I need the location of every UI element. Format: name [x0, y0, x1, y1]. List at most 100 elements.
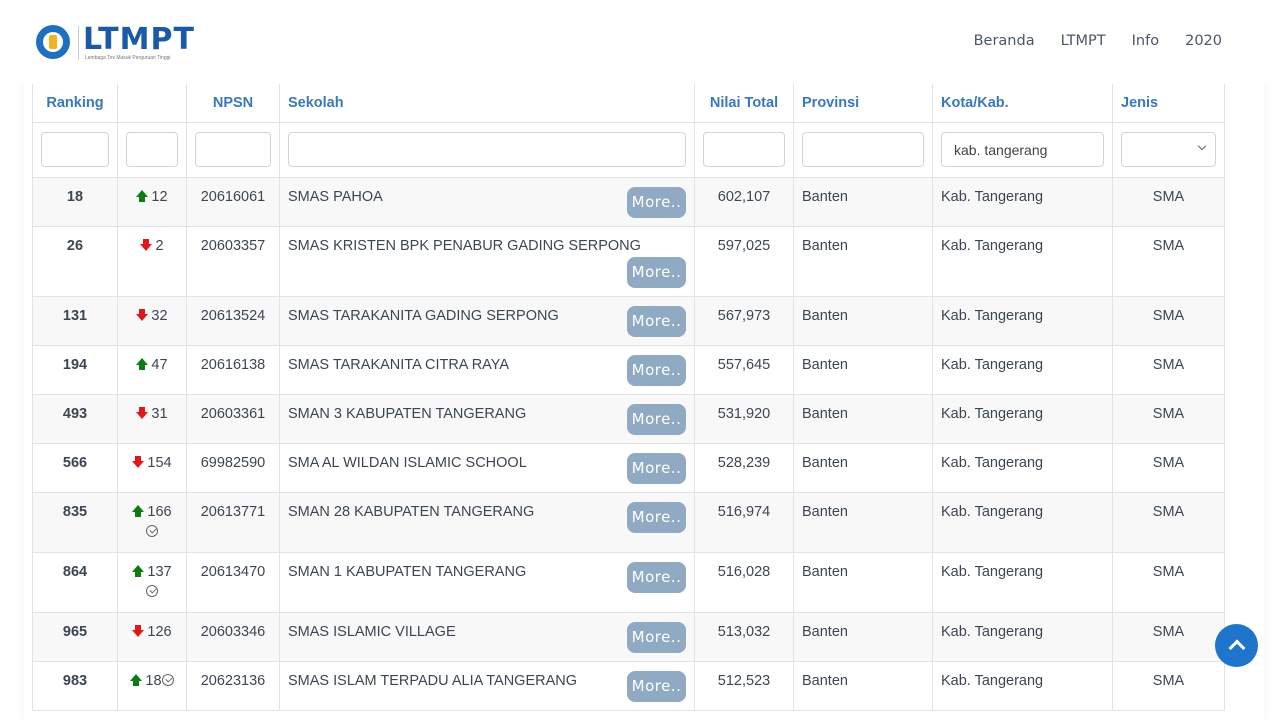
scroll-to-top-button[interactable] — [1215, 624, 1258, 667]
more-button[interactable]: More.. — [627, 621, 686, 653]
more-button[interactable]: More.. — [627, 670, 686, 702]
sekolah-cell: SMAS PAHOA More.. — [279, 176, 695, 227]
more-button[interactable]: More.. — [627, 403, 686, 435]
nav-link-info[interactable]: Info — [1132, 33, 1159, 49]
provinsi-cell: Banten — [793, 176, 933, 227]
column-header-kota-kab[interactable]: Kota/Kab. — [932, 84, 1113, 123]
ltmpt-logo[interactable]: LTMPT Lembaga Tes Masuk Perguruan Tinggi — [36, 23, 195, 63]
tut-wuri-handayani-emblem-icon — [36, 25, 70, 59]
arrow-down-icon — [132, 455, 145, 468]
table-row: 26 2 20603357 SMAS KRISTEN BPK PENABUR GADI… — [32, 225, 1225, 297]
kota-kab-cell: Kab. Tangerang — [932, 176, 1113, 227]
table-row: 131 32 20613524 SMAS TARAKANITA GADING SERP… — [32, 295, 1225, 346]
nav-links: Beranda LTMPT Info 2020 — [974, 33, 1222, 49]
nilai-total-cell: 528,239 — [694, 442, 794, 493]
jenis-cell: SMA — [1112, 611, 1225, 662]
logo-subtitle: Lembaga Tes Masuk Perguruan Tinggi — [85, 54, 171, 61]
logo-text: LTMPT Lembaga Tes Masuk Perguruan Tinggi — [83, 24, 195, 62]
jenis-cell: SMA — [1112, 225, 1225, 297]
jenis-cell: SMA — [1112, 295, 1225, 346]
arrow-up-icon — [132, 564, 145, 577]
table-row: 566 154 69982590 SMA AL WILDAN ISLAMIC SCHO… — [32, 442, 1225, 493]
rank-change-value: 126 — [147, 623, 172, 640]
nav-link-ltmpt[interactable]: LTMPT — [1061, 33, 1106, 49]
arrow-down-icon — [136, 406, 149, 419]
nav-link-2020[interactable]: 2020 — [1185, 33, 1222, 49]
rank-change-value: 18 — [145, 672, 162, 689]
sekolah-cell: SMAS TARAKANITA GADING SERPONG More.. — [279, 295, 695, 346]
arrow-down-icon — [132, 624, 145, 637]
column-header-npsn[interactable]: NPSN — [186, 84, 280, 123]
npsn-cell: 20603346 — [186, 611, 280, 662]
table-row: 18 12 20616061 SMAS PAHOA More.. 602,107 Bante… — [32, 176, 1225, 227]
arrow-up-icon — [136, 189, 149, 202]
provinsi-cell: Banten — [793, 611, 933, 662]
nav-link-beranda[interactable]: Beranda — [974, 33, 1035, 49]
more-button[interactable]: More.. — [627, 501, 686, 533]
arrow-down-icon — [140, 238, 153, 251]
filter-nilai-input[interactable] — [703, 132, 785, 167]
rank-cell: 131 — [32, 295, 118, 346]
npsn-cell: 20613524 — [186, 295, 280, 346]
ranking-table: Ranking NPSN Sekolah Nilai Total Provins… — [32, 84, 1225, 711]
column-header-provinsi[interactable]: Provinsi — [793, 84, 933, 123]
column-header-nilai-total[interactable]: Nilai Total — [694, 84, 794, 123]
npsn-cell: 20613771 — [186, 491, 280, 553]
table-row: 493 31 20603361 SMAN 3 KABUPATEN TANGERANG M… — [32, 393, 1225, 444]
rank-change-cell: 18 — [117, 660, 187, 711]
npsn-cell: 20616061 — [186, 176, 280, 227]
sekolah-cell: SMAN 3 KABUPATEN TANGERANG More.. — [279, 393, 695, 444]
rank-cell: 566 — [32, 442, 118, 493]
filter-row — [32, 121, 1225, 178]
more-button[interactable]: More.. — [627, 186, 686, 218]
rank-change-cell: 2 — [117, 225, 187, 297]
jenis-cell: SMA — [1112, 491, 1225, 553]
provinsi-cell: Banten — [793, 225, 933, 297]
column-header-ranking[interactable]: Ranking — [32, 84, 118, 123]
kota-kab-cell: Kab. Tangerang — [932, 442, 1113, 493]
filter-jenis-select[interactable] — [1121, 132, 1216, 167]
column-header-change[interactable] — [117, 84, 187, 123]
npsn-cell: 20613470 — [186, 551, 280, 613]
table-body: 18 12 20616061 SMAS PAHOA More.. 602,107 Bante… — [32, 176, 1225, 711]
verified-check-icon — [161, 673, 174, 686]
sekolah-cell: SMAS TARAKANITA CITRA RAYA More.. — [279, 344, 695, 395]
rank-cell: 835 — [32, 491, 118, 553]
more-button[interactable]: More.. — [627, 452, 686, 484]
arrow-up-icon — [136, 357, 149, 370]
more-button[interactable]: More.. — [627, 561, 686, 593]
jenis-cell: SMA — [1112, 551, 1225, 613]
filter-npsn-input[interactable] — [195, 132, 271, 167]
nilai-total-cell: 531,920 — [694, 393, 794, 444]
filter-sekolah-input[interactable] — [288, 132, 686, 167]
rank-cell: 26 — [32, 225, 118, 297]
more-button[interactable]: More.. — [627, 305, 686, 337]
jenis-cell: SMA — [1112, 393, 1225, 444]
rank-change-value: 31 — [151, 405, 168, 422]
column-header-jenis[interactable]: Jenis — [1112, 84, 1225, 123]
filter-provinsi-input[interactable] — [802, 132, 924, 167]
nilai-total-cell: 513,032 — [694, 611, 794, 662]
arrow-up-icon — [132, 504, 145, 517]
rank-cell: 965 — [32, 611, 118, 662]
more-button[interactable]: More.. — [627, 354, 686, 386]
filter-kota-input[interactable] — [941, 132, 1104, 167]
kota-kab-cell: Kab. Tangerang — [932, 551, 1113, 613]
sekolah-cell: SMA AL WILDAN ISLAMIC SCHOOL More.. — [279, 442, 695, 493]
provinsi-cell: Banten — [793, 660, 933, 711]
provinsi-cell: Banten — [793, 491, 933, 553]
rank-cell: 194 — [32, 344, 118, 395]
rank-cell: 493 — [32, 393, 118, 444]
table-row: 983 18 20623136 SMAS ISLAM TERPADU ALIA TAN… — [32, 660, 1225, 711]
school-name: SMAS KRISTEN BPK PENABUR GADING SERPONG — [288, 237, 641, 254]
column-header-sekolah[interactable]: Sekolah — [279, 84, 695, 123]
filter-change-input[interactable] — [126, 132, 178, 167]
rank-change-value: 154 — [147, 454, 172, 471]
table-row: 194 47 20616138 SMAS TARAKANITA CITRA RAYA M… — [32, 344, 1225, 395]
kota-kab-cell: Kab. Tangerang — [932, 660, 1113, 711]
npsn-cell: 20603361 — [186, 393, 280, 444]
filter-ranking-input[interactable] — [41, 132, 109, 167]
more-button[interactable]: More.. — [627, 256, 686, 288]
kota-kab-cell: Kab. Tangerang — [932, 491, 1113, 553]
navbar: LTMPT Lembaga Tes Masuk Perguruan Tinggi… — [0, 0, 1280, 84]
